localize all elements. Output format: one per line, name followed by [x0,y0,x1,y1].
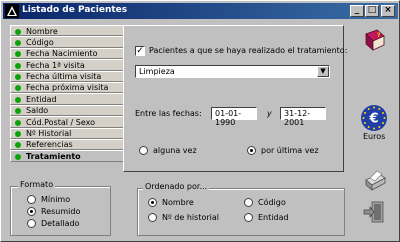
date-from-field[interactable]: 01-01-1990 [211,107,257,127]
radio-order-historial-label: Nº de historial [162,213,219,222]
close-icon: × [384,5,392,15]
status-dot-icon [15,119,21,126]
euros-button[interactable]: € [359,103,389,133]
field-tabs: Nombre Código Fecha Nacimiento Fecha 1ª … [10,25,128,162]
tab-fecha-proxima-visita[interactable]: Fecha próxima visita [10,81,124,94]
euros-label: Euros [363,132,386,141]
date-to-field[interactable]: 31-12-2001 [280,107,326,127]
minimize-icon: _ [354,5,360,15]
dropdown-arrow-icon[interactable]: ▼ [317,66,329,77]
book-icon: ? [365,29,385,51]
euro-coin-icon: € [361,105,387,131]
maximize-icon: □ [367,5,377,15]
tab-codigo[interactable]: Código [10,36,124,48]
patient-list-window: Listado de Pacientes _ □ × Nombre Código… [0,0,400,242]
radio-order-historial[interactable] [148,213,157,222]
minimize-button[interactable]: _ [350,5,364,17]
printer-icon [365,170,386,191]
radio-order-nombre[interactable] [148,198,157,207]
title-bar[interactable]: Listado de Pacientes _ □ × [3,3,398,19]
exit-button[interactable] [360,199,388,225]
radio-order-nombre-label: Nombre [162,198,194,207]
tab-fecha-primera-visita[interactable]: Fecha 1ª visita [10,59,124,71]
treatment-checkbox[interactable]: ✓ [135,46,145,56]
status-dot-icon [15,28,21,35]
radio-order-codigo-label: Código [258,198,286,207]
tab-fecha-ultima-visita[interactable]: Fecha última visita [10,70,124,82]
format-group-label: Formato [18,180,56,189]
tab-fecha-nacimiento[interactable]: Fecha Nacimiento [10,47,124,60]
status-dot-icon [15,131,21,138]
status-dot-icon [15,142,21,149]
radio-order-codigo[interactable] [244,198,253,207]
help-book-button[interactable]: ? [362,27,388,53]
checkmark-icon: ✓ [136,46,144,56]
radio-alguna-vez-label: alguna vez [153,146,197,155]
tab-referencias[interactable]: Referencias [10,138,124,151]
status-dot-icon [15,96,21,103]
order-group [137,188,345,236]
status-dot-icon [15,74,21,81]
radio-format-resumido[interactable] [27,207,36,216]
tab-entidad[interactable]: Entidad [10,93,124,105]
exit-door-icon [363,201,384,223]
status-dot-icon [15,153,21,160]
dates-label: Entre las fechas: [135,109,202,118]
maximize-button[interactable]: □ [365,5,379,17]
close-button[interactable]: × [381,5,395,17]
tab-n-historial[interactable]: Nº Historial [10,127,124,139]
print-button[interactable] [360,169,388,193]
window-title: Listado de Pacientes [22,5,128,15]
svg-text:€: € [368,112,378,127]
radio-format-minimo-label: Mínimo [41,195,71,204]
status-dot-icon [15,108,21,115]
date-conjunction: y [267,109,272,118]
order-group-label: Ordenado por... [143,182,210,191]
radio-format-resumido-label: Resumido [41,207,81,216]
radio-format-detallado[interactable] [27,219,36,228]
status-dot-icon [15,85,21,92]
radio-ultima-vez[interactable] [247,146,256,155]
svg-text:?: ? [377,32,381,39]
status-dot-icon [15,39,21,46]
radio-order-entidad-label: Entidad [258,213,289,222]
app-icon [5,4,19,18]
radio-format-minimo[interactable] [27,195,36,204]
treatment-checkbox-label: Pacientes a que se haya realizado el tra… [149,46,348,55]
tab-nombre[interactable]: Nombre [10,25,124,37]
status-dot-icon [15,62,21,69]
tab-tratamiento[interactable]: Tratamiento [10,150,128,162]
tab-saldo[interactable]: Saldo [10,104,124,117]
radio-format-detallado-label: Detallado [41,219,80,228]
radio-ultima-vez-label: por última vez [261,146,319,155]
radio-alguna-vez[interactable] [139,146,148,155]
treatment-select[interactable]: Limpieza ▼ [135,65,330,78]
tab-cod-postal-sexo[interactable]: Cód.Postal / Sexo [10,116,124,128]
status-dot-icon [15,51,21,58]
treatment-select-value: Limpieza [139,67,175,76]
radio-order-entidad[interactable] [244,213,253,222]
